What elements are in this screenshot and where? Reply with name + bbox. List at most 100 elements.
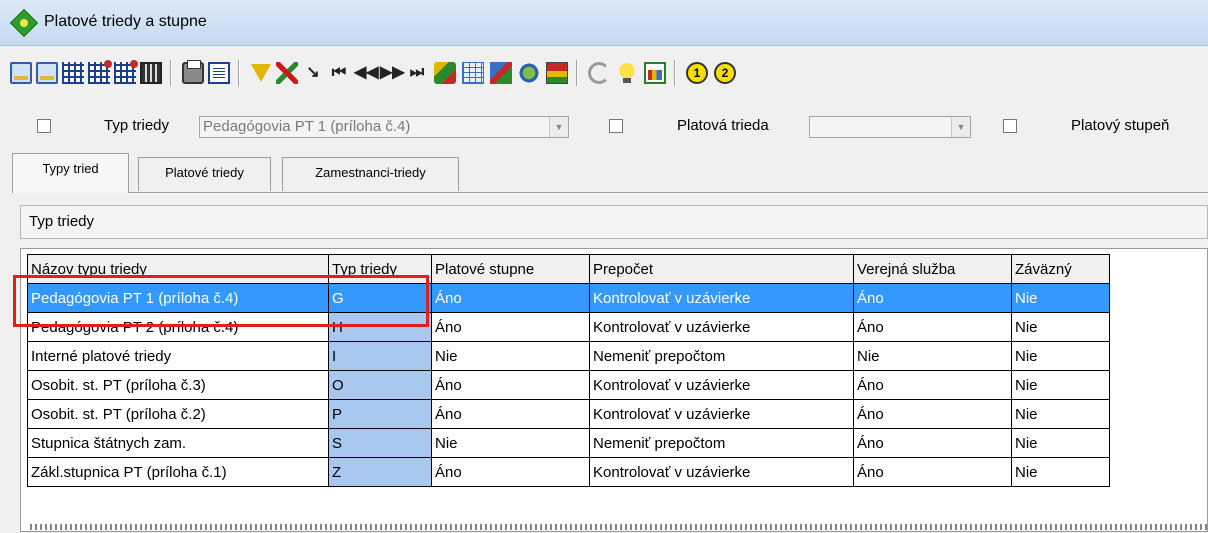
- table-icon[interactable]: [462, 62, 484, 84]
- typ-triedy-checkbox[interactable]: [37, 119, 51, 133]
- edit-record-icon[interactable]: [36, 62, 58, 84]
- cell-verejna-sluzba[interactable]: Áno: [853, 457, 1012, 487]
- cell-platove-stupne[interactable]: Nie: [431, 341, 590, 371]
- platovy-stupen-checkbox[interactable]: [1003, 119, 1017, 133]
- cell-nazov[interactable]: Interné platové triedy: [27, 341, 329, 371]
- cell-platove-stupne[interactable]: Áno: [431, 370, 590, 400]
- grid-add-icon[interactable]: [88, 60, 112, 84]
- new-record-icon[interactable]: [10, 62, 32, 84]
- table-row[interactable]: Stupnica štátnych zam. S Nie Nemeniť prepoč…: [27, 428, 1110, 458]
- cell-typ-triedy[interactable]: S: [328, 428, 432, 458]
- toolbar-separator: [674, 60, 676, 86]
- cell-nazov[interactable]: Stupnica štátnych zam.: [27, 428, 329, 458]
- refresh-icon[interactable]: [588, 62, 610, 84]
- cell-zavazny[interactable]: Nie: [1011, 283, 1110, 313]
- grid-table: Názov typu triedy Typ triedy Platové stu…: [27, 254, 1110, 487]
- next-record-icon[interactable]: ▶▶: [380, 62, 405, 84]
- platovy-stupen-label: Platový stupeň: [1071, 117, 1170, 134]
- cell-prepocet[interactable]: Kontrolovať v uzávierke: [589, 283, 854, 313]
- cell-platove-stupne[interactable]: Áno: [431, 283, 590, 313]
- toolbar: ↘ ⏮ ◀◀ ▶▶ ⏭ 1 2: [10, 58, 1205, 88]
- cell-zavazny[interactable]: Nie: [1011, 370, 1110, 400]
- cell-nazov[interactable]: Pedagógovia PT 1 (príloha č.4): [27, 283, 329, 313]
- cell-nazov[interactable]: Pedagógovia PT 2 (príloha č.4): [27, 312, 329, 342]
- tab-typy-tried[interactable]: Typy tried: [12, 153, 129, 193]
- table-row[interactable]: Osobit. st. PT (príloha č.2) P Áno Kontrolo…: [27, 399, 1110, 429]
- platova-trieda-select[interactable]: ▼: [809, 116, 971, 138]
- column-header-zavazny[interactable]: Záväzný: [1011, 254, 1110, 284]
- cell-verejna-sluzba[interactable]: Nie: [853, 341, 1012, 371]
- pointer-icon[interactable]: ↘: [302, 62, 324, 84]
- column-header-nazov[interactable]: Názov typu triedy: [27, 254, 329, 284]
- platova-trieda-checkbox[interactable]: [609, 119, 623, 133]
- globe-icon[interactable]: [518, 62, 540, 84]
- cell-prepocet[interactable]: Kontrolovať v uzávierke: [589, 312, 854, 342]
- cell-platove-stupne[interactable]: Nie: [431, 428, 590, 458]
- platova-trieda-label: Platová trieda: [677, 117, 769, 134]
- column-header-platove-stupne[interactable]: Platové stupne: [431, 254, 590, 284]
- cell-typ-triedy[interactable]: Z: [328, 457, 432, 487]
- cell-nazov[interactable]: Osobit. st. PT (príloha č.3): [27, 370, 329, 400]
- cell-platove-stupne[interactable]: Áno: [431, 312, 590, 342]
- idea-bulb-icon[interactable]: [616, 62, 638, 84]
- cell-typ-triedy[interactable]: I: [328, 341, 432, 371]
- cell-typ-triedy[interactable]: P: [328, 399, 432, 429]
- table-row[interactable]: Pedagógovia PT 2 (príloha č.4) H Áno Kontro…: [27, 312, 1110, 342]
- cell-prepocet[interactable]: Nemeniť prepočtom: [589, 428, 854, 458]
- multi-select-icon[interactable]: [434, 62, 456, 84]
- cell-verejna-sluzba[interactable]: Áno: [853, 399, 1012, 429]
- chart-icon[interactable]: [644, 62, 666, 84]
- stack-icon[interactable]: [546, 62, 568, 84]
- tab-platove-triedy[interactable]: Platové triedy: [138, 157, 271, 191]
- cell-verejna-sluzba[interactable]: Áno: [853, 312, 1012, 342]
- table-row[interactable]: Interné platové triedy I Nie Nemeniť prepoč…: [27, 341, 1110, 371]
- table-row[interactable]: Zákl.stupnica PT (príloha č.1) Z Áno Kontro…: [27, 457, 1110, 487]
- cell-verejna-sluzba[interactable]: Áno: [853, 428, 1012, 458]
- cell-verejna-sluzba[interactable]: Áno: [853, 370, 1012, 400]
- section-title: Typ triedy: [20, 205, 1208, 239]
- cell-prepocet[interactable]: Kontrolovať v uzávierke: [589, 457, 854, 487]
- clear-filter-icon[interactable]: [276, 62, 298, 84]
- chevron-down-icon[interactable]: ▼: [951, 117, 970, 137]
- cell-prepocet[interactable]: Kontrolovať v uzávierke: [589, 370, 854, 400]
- last-record-icon[interactable]: ⏭: [406, 62, 428, 84]
- film-icon[interactable]: [140, 62, 162, 84]
- cell-platove-stupne[interactable]: Áno: [431, 457, 590, 487]
- cell-nazov[interactable]: Osobit. st. PT (príloha č.2): [27, 399, 329, 429]
- typ-triedy-select[interactable]: Pedagógovia PT 1 (príloha č.4) ▼: [199, 116, 569, 138]
- cell-platove-stupne[interactable]: Áno: [431, 399, 590, 429]
- cell-zavazny[interactable]: Nie: [1011, 428, 1110, 458]
- cell-nazov[interactable]: Zákl.stupnica PT (príloha č.1): [27, 457, 329, 487]
- cell-zavazny[interactable]: Nie: [1011, 457, 1110, 487]
- toolbar-separator: [238, 60, 240, 86]
- title-bar: Platové triedy a stupne: [0, 0, 1208, 46]
- edit-pen-icon[interactable]: [490, 62, 512, 84]
- grid-view-icon[interactable]: [62, 62, 84, 84]
- table-row[interactable]: Pedagógovia PT 1 (príloha č.4) G Áno Kontro…: [27, 283, 1110, 313]
- cell-verejna-sluzba[interactable]: Áno: [853, 283, 1012, 313]
- cell-prepocet[interactable]: Kontrolovať v uzávierke: [589, 399, 854, 429]
- cell-zavazny[interactable]: Nie: [1011, 399, 1110, 429]
- level-1-icon[interactable]: 1: [686, 62, 708, 84]
- grid-delete-icon[interactable]: [114, 60, 138, 84]
- tab-zamestnanci-triedy[interactable]: Zamestnanci-triedy: [282, 157, 459, 191]
- level-2-icon[interactable]: 2: [714, 62, 736, 84]
- cell-prepocet[interactable]: Nemeniť prepočtom: [589, 341, 854, 371]
- cell-zavazny[interactable]: Nie: [1011, 341, 1110, 371]
- cell-typ-triedy[interactable]: H: [328, 312, 432, 342]
- previous-record-icon[interactable]: ◀◀: [354, 62, 379, 84]
- toolbar-separator: [170, 60, 172, 86]
- print-icon[interactable]: [182, 60, 204, 84]
- first-record-icon[interactable]: ⏮: [328, 62, 350, 84]
- cell-zavazny[interactable]: Nie: [1011, 312, 1110, 342]
- table-row[interactable]: Osobit. st. PT (príloha č.3) O Áno Kontrolo…: [27, 370, 1110, 400]
- cell-typ-triedy[interactable]: O: [328, 370, 432, 400]
- document-icon[interactable]: [208, 62, 230, 84]
- column-header-verejna-sluzba[interactable]: Verejná služba: [853, 254, 1012, 284]
- column-header-prepocet[interactable]: Prepočet: [589, 254, 854, 284]
- typ-triedy-value: Pedagógovia PT 1 (príloha č.4): [203, 118, 411, 135]
- column-header-typ-triedy[interactable]: Typ triedy: [328, 254, 432, 284]
- cell-typ-triedy[interactable]: G: [328, 283, 432, 313]
- filter-icon[interactable]: [250, 62, 272, 84]
- chevron-down-icon[interactable]: ▼: [549, 117, 568, 137]
